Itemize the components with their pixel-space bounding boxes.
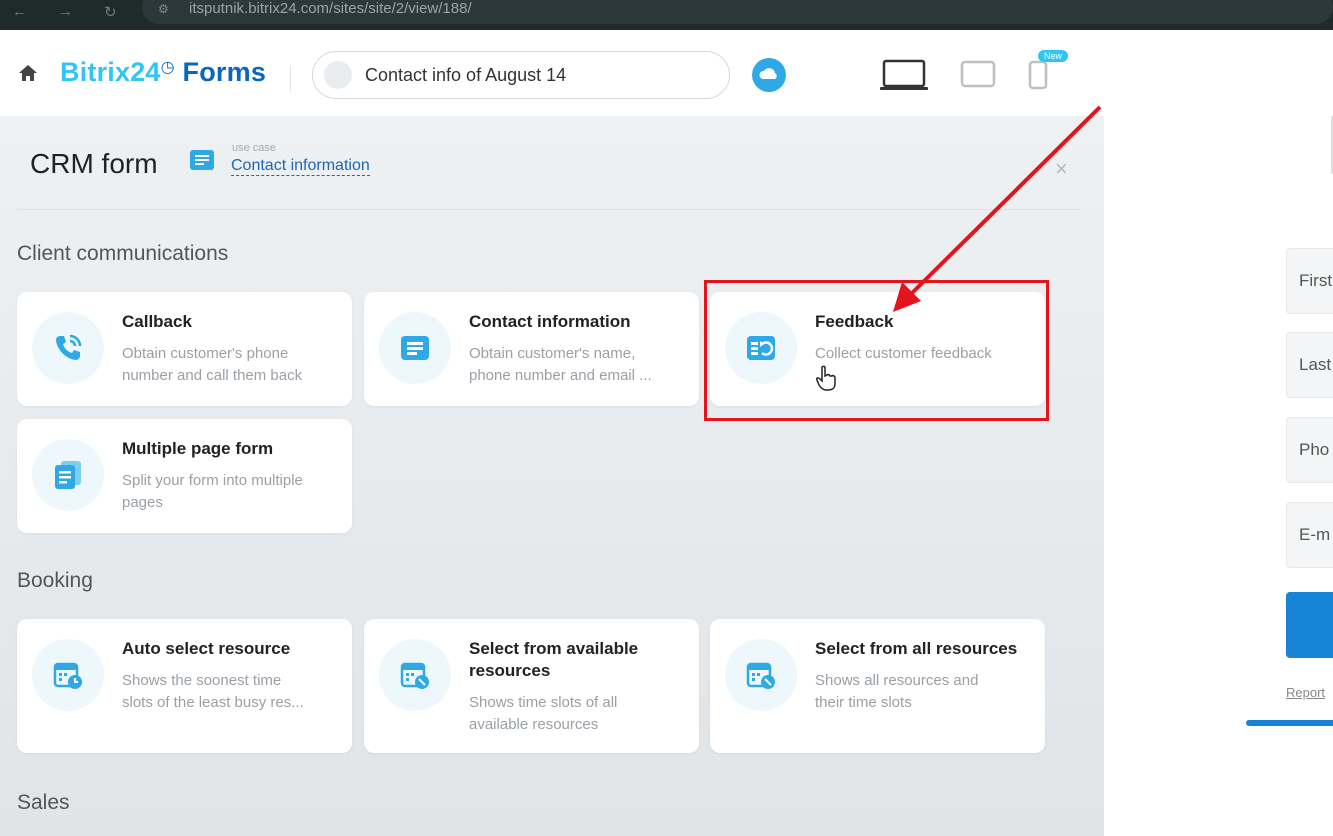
header-divider [290,66,291,92]
feedback-highlight-box [704,280,1049,421]
preview-field-first-name[interactable]: First [1286,248,1333,314]
card-description: Obtain customer's name, phone number and… [469,345,652,384]
preview-field-email[interactable]: E-m [1286,502,1333,568]
close-icon[interactable]: × [1055,156,1068,182]
card-auto-select-resource[interactable]: Auto select resource Shows the soonest t… [17,619,352,753]
use-case-icon [190,150,214,170]
card-title: Callback [122,312,192,331]
contact-card-icon [379,312,451,384]
calendar-icon [32,639,104,711]
section-title-booking: Booking [17,569,93,592]
forward-arrow-icon[interactable]: → [58,3,73,20]
home-icon[interactable] [18,64,38,82]
card-contact-information[interactable]: Contact information Obtain customer's na… [364,292,699,406]
field-label: Pho [1299,440,1330,459]
crm-form-panel: CRM form use case Contact information × … [0,116,1104,836]
field-label: E-m [1299,525,1331,544]
preview-submit-button[interactable] [1286,592,1333,658]
brand-clock-icon: ◷ [160,59,175,76]
card-title: Multiple page form [122,439,274,458]
card-title: Auto select resource [122,639,291,658]
form-preview: First Last Pho E-m Report [1104,116,1333,836]
calendar-icon [379,639,451,711]
panel-divider [17,209,1080,210]
calendar-icon [725,639,797,711]
card-title: Contact information [469,312,631,331]
card-callback[interactable]: Callback Obtain customer's phone number … [17,292,352,406]
card-description: Shows the soonest time slots of the leas… [122,672,304,711]
brand-logo[interactable]: Bitrix24◷ Forms [60,57,266,88]
card-description: Shows all resources and their time slots [815,672,979,711]
use-case-label: use case [232,142,277,154]
card-select-available-resources[interactable]: Select from available resources Shows ti… [364,619,699,753]
preview-field-last-name[interactable]: Last [1286,332,1333,398]
brand-suffix: Forms [182,57,267,87]
card-title: Select from available resources [469,639,639,680]
app-header: Bitrix24◷ Forms Contact info of August 1… [0,30,1333,116]
panel-title: CRM form [30,148,158,179]
site-settings-icon[interactable]: ⚙ [158,2,169,16]
preview-field-phone[interactable]: Pho [1286,417,1333,483]
reload-icon[interactable]: ↻ [104,3,117,21]
tablet-preview-icon[interactable] [960,60,996,88]
section-title-sales: Sales [17,791,70,814]
multi-page-icon [32,439,104,511]
browser-toolbar: ← → ↻ ⚙ itsputnik.bitrix24.com/sites/sit… [0,0,1333,30]
back-arrow-icon[interactable]: ← [12,3,27,20]
card-title: Select from all resources [815,639,1018,658]
new-badge: New [1038,50,1069,62]
card-description: Split your form into multiple pages [122,472,303,511]
cloud-icon [759,68,777,79]
cloud-save-button[interactable] [752,58,786,92]
section-title-client-communications: Client communications [17,242,229,265]
card-description: Obtain customer's phone number and call … [122,345,303,384]
preview-accent-bar [1246,720,1333,726]
address-url[interactable]: itsputnik.bitrix24.com/sites/site/2/view… [189,0,472,17]
form-title: Contact info of August 14 [365,65,567,85]
card-select-all-resources[interactable]: Select from all resources Shows all reso… [710,619,1045,753]
report-link[interactable]: Report [1286,685,1325,700]
use-case-link[interactable]: Contact information [231,157,370,176]
mobile-preview-icon[interactable] [1027,60,1049,90]
card-multiple-page-form[interactable]: Multiple page form Split your form into … [17,419,352,533]
form-title-field[interactable]: Contact info of August 14 [312,51,730,99]
desktop-preview-icon[interactable] [879,58,929,92]
card-description: Shows time slots of all available resour… [469,694,618,733]
field-label: First [1299,271,1333,290]
phone-icon [32,312,104,384]
brand-name: Bitrix24 [60,57,161,87]
hand-cursor-icon [816,365,836,391]
form-thumbnail-icon [324,61,352,89]
field-label: Last [1299,355,1332,374]
